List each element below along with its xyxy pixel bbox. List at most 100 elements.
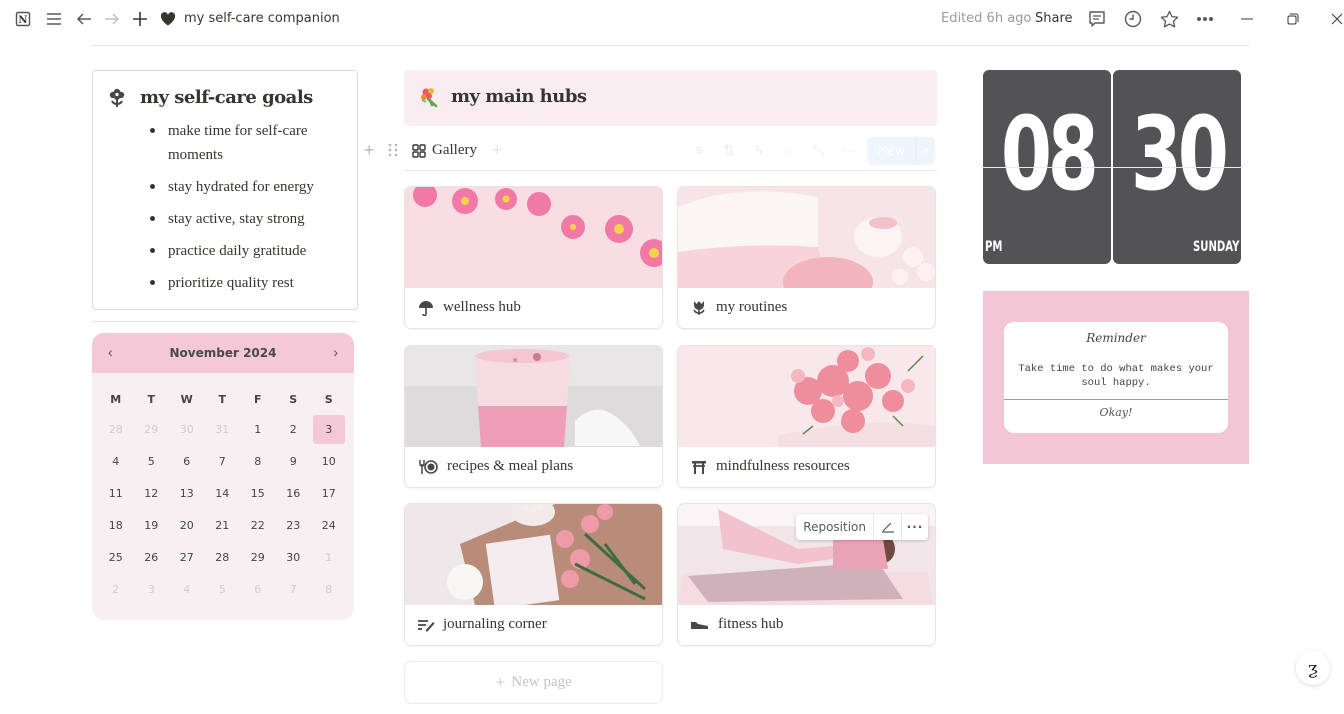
calendar-day[interactable]: 11 xyxy=(98,477,134,509)
calendar-day[interactable]: 4 xyxy=(98,445,134,477)
share-button[interactable]: Share xyxy=(1035,11,1073,26)
calendar-day[interactable]: 28 xyxy=(98,413,134,445)
day-number: 7 xyxy=(289,582,297,596)
calendar-day[interactable]: 2 xyxy=(98,573,134,605)
calendar-day[interactable]: 16 xyxy=(276,477,312,509)
calendar-prev-button[interactable]: ‹ xyxy=(108,344,113,360)
plus-icon[interactable] xyxy=(130,9,150,29)
forward-arrow-icon[interactable] xyxy=(102,9,122,29)
close-icon[interactable] xyxy=(1327,9,1344,29)
gallery-card[interactable]: journaling corner xyxy=(404,503,663,646)
calendar-day[interactable]: 29 xyxy=(240,541,276,573)
more-icon[interactable]: ··· xyxy=(902,514,928,540)
heart-icon xyxy=(158,9,178,29)
calendar-day[interactable]: 2 xyxy=(276,413,312,445)
new-page-button[interactable]: + New page xyxy=(404,661,663,704)
day-number: 3 xyxy=(147,582,155,596)
filter-icon[interactable]: ≡ xyxy=(690,142,708,159)
gallery-card[interactable]: Reposition ··· fitness hub xyxy=(677,503,936,646)
star-icon[interactable] xyxy=(1159,9,1179,29)
goal-item: stay active, stay strong xyxy=(147,207,347,231)
automation-icon[interactable]: ϟ xyxy=(750,142,768,159)
edit-pencil-icon[interactable] xyxy=(874,514,902,540)
calendar-day[interactable]: 5 xyxy=(205,573,241,605)
calendar-day[interactable]: 10 xyxy=(311,445,347,477)
goal-item: stay hydrated for energy xyxy=(147,175,347,199)
calendar-day[interactable]: 29 xyxy=(134,413,170,445)
calendar-day[interactable]: 9 xyxy=(276,445,312,477)
calendar-day[interactable]: 23 xyxy=(276,509,312,541)
back-arrow-icon[interactable] xyxy=(74,9,94,29)
calendar-day[interactable]: 15 xyxy=(240,477,276,509)
weekday-header: T xyxy=(147,393,155,406)
comment-icon[interactable] xyxy=(1087,9,1107,29)
bouquet-icon xyxy=(418,86,440,108)
search-icon[interactable]: ⌕ xyxy=(780,142,798,159)
goal-item: prioritize quality rest xyxy=(147,271,347,295)
more-icon[interactable] xyxy=(1195,9,1215,29)
clock-history-icon[interactable] xyxy=(1123,9,1143,29)
gallery-card[interactable]: mindfulness resources xyxy=(677,345,936,488)
calendar-day[interactable]: 20 xyxy=(169,509,205,541)
calendar-day[interactable]: 8 xyxy=(311,573,347,605)
gallery-card[interactable]: my routines xyxy=(677,186,936,329)
calendar-day[interactable]: 1 xyxy=(311,541,347,573)
drag-handle-icon[interactable] xyxy=(388,143,398,157)
calendar-day[interactable]: 6 xyxy=(169,445,205,477)
new-button-label[interactable]: New xyxy=(867,143,915,160)
add-view-icon[interactable]: + xyxy=(492,140,503,161)
calendar-next-button[interactable]: › xyxy=(333,344,338,360)
add-block-icon[interactable]: + xyxy=(364,140,375,160)
calendar-day[interactable]: 18 xyxy=(98,509,134,541)
calendar-day[interactable]: 4 xyxy=(169,573,205,605)
expand-icon[interactable]: ⤡ xyxy=(810,142,828,159)
calendar-day[interactable]: 26 xyxy=(134,541,170,573)
goal-item: practice daily gratitude xyxy=(147,239,347,263)
new-button[interactable]: New ▼ xyxy=(867,137,935,165)
calendar-day[interactable]: 31 xyxy=(205,413,241,445)
calendar-day[interactable]: 3 xyxy=(134,573,170,605)
weekday-header: S xyxy=(289,393,298,406)
calendar-day[interactable]: 14 xyxy=(205,477,241,509)
sort-icon[interactable]: ⇅ xyxy=(720,142,738,159)
calendar-day[interactable]: 28 xyxy=(205,541,241,573)
card-cover-image xyxy=(405,504,662,605)
card-label: wellness hub xyxy=(443,299,521,315)
chevron-down-icon[interactable]: ▼ xyxy=(915,137,935,165)
calendar-day[interactable]: 21 xyxy=(205,509,241,541)
calendar-day[interactable]: 17 xyxy=(311,477,347,509)
calendar-day[interactable]: 13 xyxy=(169,477,205,509)
calendar-day[interactable]: 30 xyxy=(169,413,205,445)
card-title: my routines xyxy=(690,299,787,316)
calendar-day[interactable]: 5 xyxy=(134,445,170,477)
calendar-day[interactable]: 30 xyxy=(276,541,312,573)
gallery-card[interactable]: recipes & meal plans xyxy=(404,345,663,488)
calendar-day[interactable]: 6 xyxy=(240,573,276,605)
calendar-day[interactable]: 12 xyxy=(134,477,170,509)
calendar-day[interactable]: 8 xyxy=(240,445,276,477)
notion-logo-icon[interactable]: N xyxy=(13,9,33,29)
menu-icon[interactable] xyxy=(44,9,64,29)
calendar-day[interactable]: 22 xyxy=(240,509,276,541)
tab-gallery-view[interactable]: Gallery xyxy=(412,142,477,159)
calendar-day[interactable]: 25 xyxy=(98,541,134,573)
calendar-day[interactable]: 7 xyxy=(276,573,312,605)
calendar-day-today[interactable]: 3 xyxy=(311,413,347,445)
gallery-card[interactable]: wellness hub xyxy=(404,186,663,329)
gallery-view-label: Gallery xyxy=(432,142,477,158)
calendar-day[interactable]: 7 xyxy=(205,445,241,477)
calendar-day[interactable]: 27 xyxy=(169,541,205,573)
help-assistant-button[interactable]: ƺ xyxy=(1296,651,1330,685)
reposition-button[interactable]: Reposition xyxy=(796,514,874,540)
calendar-day[interactable]: 24 xyxy=(311,509,347,541)
calendar-day[interactable]: 19 xyxy=(134,509,170,541)
day-number: 29 xyxy=(144,422,159,436)
minimize-icon[interactable] xyxy=(1237,9,1257,29)
day-number: 3 xyxy=(312,414,345,444)
more-icon[interactable]: ··· xyxy=(840,142,858,159)
calendar-day[interactable]: 1 xyxy=(240,413,276,445)
restore-icon[interactable] xyxy=(1283,9,1303,29)
day-number: 28 xyxy=(215,550,230,564)
page-title[interactable]: my self-care companion xyxy=(184,11,340,26)
reminder-okay-button[interactable]: Okay! xyxy=(1004,406,1228,419)
